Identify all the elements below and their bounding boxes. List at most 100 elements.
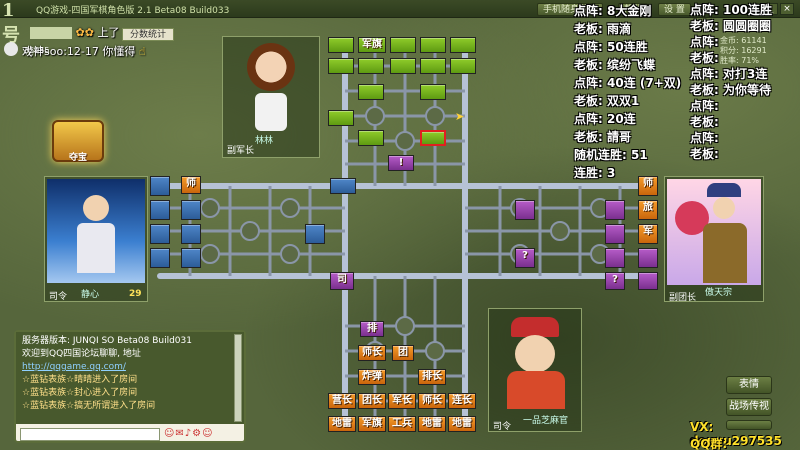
- left-piece[interactable]: [150, 176, 170, 196]
- bottom-piece-platoon-leader[interactable]: 排长: [418, 369, 446, 385]
- system-log-line: ☆蓝钻表族☆晴晴进入了房间: [22, 375, 138, 385]
- window-title: QQ游戏-四国军棋角色版 2.1 Beta08 Build033: [36, 6, 230, 16]
- system-message-box: 服务器版本: JUNQI SO Beta08 Build031 欢迎到QQ四国论…: [14, 330, 246, 443]
- right-player-name: 傲天宗: [705, 288, 733, 298]
- avatar-head: [713, 197, 735, 219]
- bottom-piece-mine[interactable]: 地雷: [328, 416, 356, 432]
- avatar-body: [77, 223, 115, 273]
- chat-line-1: ✿✿ 上了: [30, 24, 119, 40]
- bottom-piece-flag[interactable]: 军旗: [358, 416, 386, 432]
- top-piece[interactable]: [420, 84, 446, 100]
- bottom-piece-mine[interactable]: 地雷: [418, 416, 446, 432]
- top-piece[interactable]: [358, 84, 384, 100]
- left-piece[interactable]: [305, 224, 325, 244]
- right-player-avatar[interactable]: [667, 179, 761, 285]
- streamer-logo: 1号: [2, 0, 20, 46]
- left-piece-division[interactable]: 师: [181, 176, 201, 194]
- top-piece-flag[interactable]: 军旗: [358, 37, 386, 53]
- left-piece[interactable]: [181, 248, 201, 268]
- right-piece-unknown[interactable]: ?: [515, 248, 535, 268]
- bottom-piece-platoon[interactable]: 排: [360, 321, 384, 337]
- overlay-line: 点阵: 20连: [574, 112, 636, 126]
- system-log-line: ☆蓝钻表族☆搞无所谓进入了房间: [22, 401, 156, 411]
- top-piece[interactable]: [420, 37, 446, 53]
- chat-input[interactable]: [20, 428, 160, 441]
- overlay-line: 点阵:: [690, 35, 719, 49]
- forum-link[interactable]: http://qqgame.qq.com/: [22, 361, 192, 374]
- left-piece[interactable]: [181, 200, 201, 220]
- avatar-head: [83, 195, 109, 221]
- bottom-piece-regiment-commander[interactable]: 团长: [358, 393, 386, 409]
- top-piece[interactable]: [358, 58, 384, 74]
- overlay-line: 老板:: [690, 115, 719, 129]
- center-piece-commander[interactable]: 司: [330, 272, 354, 290]
- overlay-line: 点阵:: [690, 99, 719, 113]
- replay-button[interactable]: 战场传视: [726, 398, 772, 416]
- right-player-panel: 副团长 傲天宗: [664, 176, 764, 303]
- left-player-avatar[interactable]: [47, 179, 145, 283]
- right-piece[interactable]: [605, 200, 625, 220]
- bottom-piece-engineer[interactable]: 工兵: [388, 416, 416, 432]
- left-player-name: 静心: [81, 290, 100, 300]
- top-piece[interactable]: [450, 37, 476, 53]
- top-piece[interactable]: [420, 58, 446, 74]
- system-log: 服务器版本: JUNQI SO Beta08 Build031 欢迎到QQ四国论…: [22, 335, 192, 413]
- id-tag: 35955: [24, 46, 50, 55]
- right-piece[interactable]: [605, 248, 625, 268]
- left-piece[interactable]: [330, 178, 356, 194]
- right-piece-unknown[interactable]: ?: [605, 272, 625, 290]
- left-player-count: 29: [129, 289, 142, 299]
- right-piece[interactable]: [515, 200, 535, 220]
- bottom-piece-division-commander[interactable]: 师长: [358, 345, 386, 361]
- chat-tool-icons[interactable]: ☺✉♪⚙☺: [164, 428, 214, 439]
- overlay-line: 老板:: [690, 51, 719, 65]
- bottom-piece-battalion[interactable]: 营长: [328, 393, 356, 409]
- bottom-piece-division-commander[interactable]: 师长: [418, 393, 446, 409]
- top-piece-selected[interactable]: [420, 130, 446, 146]
- top-piece[interactable]: [358, 130, 384, 146]
- overlay-line: 老板: 双双1: [574, 94, 640, 108]
- top-piece[interactable]: [390, 58, 416, 74]
- overlay-line: 点阵: 100连胜: [690, 3, 773, 17]
- top-piece[interactable]: [328, 37, 354, 53]
- overlay-line: 老板: 圆圆圈圈: [690, 19, 771, 33]
- bottom-piece-mine[interactable]: 地雷: [448, 416, 476, 432]
- top-piece[interactable]: [328, 58, 354, 74]
- top-piece[interactable]: [390, 37, 416, 53]
- left-piece[interactable]: [150, 224, 170, 244]
- overlay-line: 老板: 缤纷飞蝶: [574, 58, 655, 72]
- overlay-line: 老板:: [690, 147, 719, 161]
- exclaim-marker[interactable]: !: [388, 155, 414, 171]
- bottom-piece-company[interactable]: 连长: [448, 393, 476, 409]
- bottom-piece-bomb[interactable]: 炸弹: [358, 369, 386, 385]
- overlay-line: 连胜: 3: [574, 166, 616, 180]
- top-piece[interactable]: [328, 110, 354, 126]
- close-icon[interactable]: ×: [780, 3, 794, 15]
- chat-badge-icon: [30, 27, 72, 39]
- camp-circles: [200, 106, 610, 361]
- pointer-arrow-icon: ➤: [455, 110, 465, 123]
- overlay-line: 点阵:: [690, 131, 719, 145]
- left-piece[interactable]: [150, 248, 170, 268]
- overlay-line: 点阵: 8大金刚: [574, 4, 652, 18]
- left-piece[interactable]: [150, 200, 170, 220]
- hand-icon: ☝: [138, 45, 146, 58]
- right-piece[interactable]: [638, 248, 658, 268]
- emote-button[interactable]: 表情: [726, 376, 772, 394]
- overlay-line: 点阵: 50连胜: [574, 40, 648, 54]
- system-log-line: ☆蓝钻表族☆封心进入了房间: [22, 388, 138, 398]
- bottom-piece-regiment[interactable]: 团: [392, 345, 414, 361]
- left-piece[interactable]: [181, 224, 201, 244]
- bottom-piece-army-commander[interactable]: 军长: [388, 393, 416, 409]
- scrollbar[interactable]: [234, 334, 242, 422]
- right-piece-army[interactable]: 军: [638, 224, 658, 244]
- right-piece[interactable]: [605, 224, 625, 244]
- top-piece[interactable]: [450, 58, 476, 74]
- avatar-body: [703, 223, 747, 283]
- overlay-list-right: 点阵: 100连胜 老板: 圆圆圈圈 点阵: 老板: 点阵: 对打3连 老板: …: [690, 2, 772, 162]
- right-piece[interactable]: [638, 272, 658, 290]
- right-piece-brigade[interactable]: 旅: [638, 200, 658, 220]
- qq-contact: QQ群: 491352658: [690, 437, 728, 450]
- left-player-panel: 司令 静心 29: [44, 176, 148, 302]
- overlay-line: 随机连胜: 51: [574, 148, 648, 162]
